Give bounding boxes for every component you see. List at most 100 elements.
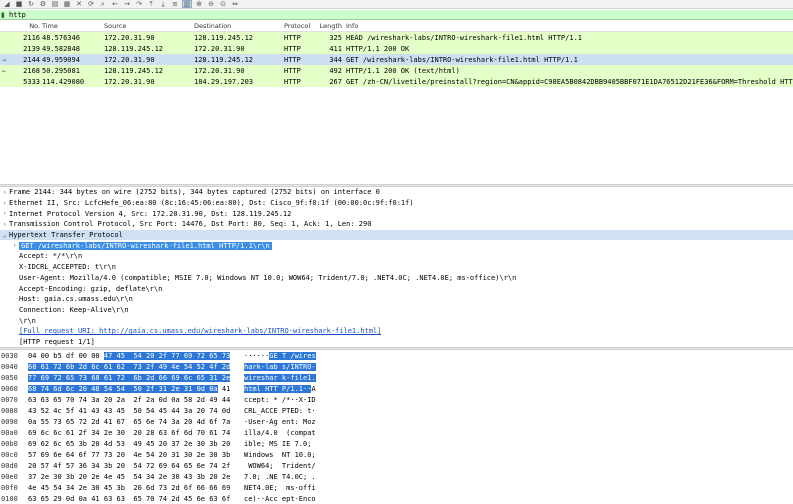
stop-icon[interactable]: ■ <box>14 0 24 8</box>
save-icon[interactable]: ▦ <box>62 0 72 8</box>
detail-tree-item[interactable]: Host: gaia.cs.umass.edu\r\n <box>0 294 793 305</box>
find-icon[interactable]: ⌕ <box>98 0 108 8</box>
column-header-source[interactable]: Source <box>102 22 192 30</box>
bytes-row[interactable]: 0040 68 61 72 6b 2d 6c 61 62 73 2f 49 4e … <box>0 361 793 372</box>
bytes-hex: 63 63 65 70 74 3a 20 2a 2f 2a 0d 0a 58 2… <box>23 396 241 404</box>
forward-icon[interactable]: → <box>122 0 132 8</box>
detail-tree-item[interactable]: › Internet Protocol Version 4, Src: 172.2… <box>0 208 793 219</box>
bytes-row[interactable]: 00e0 37 2e 30 3b 20 2e 4e 45 54 34 2e 30 … <box>0 471 793 482</box>
highlighted-ascii: html HTT P/1.1·· <box>244 384 312 393</box>
packet-info: GET /wireshark-labs/INTRO-wireshark-file… <box>346 55 578 64</box>
options-icon[interactable]: ⚙ <box>38 0 48 8</box>
bytes-offset: 0090 <box>1 417 18 426</box>
detail-tree-item[interactable]: › Transmission Control Protocol, Src Port… <box>0 219 793 230</box>
packet-no: 2144 <box>23 55 40 64</box>
chevron-right-icon[interactable]: › <box>0 210 9 217</box>
detail-tree-item[interactable]: X-IDCRL_ACCEPTED: t\r\n <box>0 262 793 273</box>
packet-bytes-pane[interactable]: 0030 04 00 b5 df 00 00 47 45 54 20 2f 77 … <box>0 350 793 503</box>
packet-length: 411 <box>329 44 342 53</box>
bytes-hex: 68 61 72 6b 2d 6c 61 62 73 2f 49 4e 54 5… <box>23 362 241 371</box>
packet-row[interactable]: → 2144 49.959094 172.20.31.90 128.119.245.12… <box>0 54 793 65</box>
packet-row[interactable]: 2116 48.576346 172.20.31.90 128.119.245.12 H… <box>0 32 793 43</box>
goto-icon[interactable]: ↷ <box>134 0 144 8</box>
detail-tree-item[interactable]: \r\n <box>0 315 793 326</box>
zoom-out-icon[interactable]: ⊖ <box>206 0 216 8</box>
packet-row[interactable]: 5333 114.429080 172.20.31.90 184.29.197.203… <box>0 76 793 87</box>
highlighted-ascii: wireshar k-file1. <box>244 373 316 382</box>
last-icon[interactable]: ⤓ <box>158 0 168 8</box>
full-request-uri-link[interactable]: [Full request URI: http://gaia.cs.umass.… <box>19 327 381 335</box>
bytes-row[interactable]: 00f0 4e 45 54 34 2e 30 45 3b 20 6d 73 2d … <box>0 482 793 493</box>
packet-details-pane[interactable]: › Frame 2144: 344 bytes on wire (2752 bit… <box>0 187 793 347</box>
bytes-row[interactable]: 0100 63 65 29 0d 0a 41 63 63 65 70 74 2d … <box>0 493 793 504</box>
detail-tree-item[interactable]: [Full request URI: http://gaia.cs.umass.… <box>0 326 793 337</box>
bytes-row[interactable]: 0080 43 52 4c 5f 41 43 43 45 50 54 45 44 … <box>0 405 793 416</box>
column-header-length[interactable]: Length <box>316 22 342 30</box>
detail-text: Host: gaia.cs.umass.edu\r\n <box>19 295 133 304</box>
restart-icon[interactable]: ↻ <box>26 0 36 8</box>
packet-length: 492 <box>329 66 342 75</box>
chevron-right-icon[interactable]: › <box>0 221 9 228</box>
detail-tree-item[interactable]: Accept: */*\r\n <box>0 251 793 262</box>
bytes-offset: 00d0 <box>1 461 18 470</box>
autoscroll-icon[interactable]: ≡ <box>170 0 180 8</box>
bytes-row[interactable]: 0030 04 00 b5 df 00 00 47 45 54 20 2f 77 … <box>0 350 793 361</box>
detail-text: Frame 2144: 344 bytes on wire (2752 bits… <box>9 188 380 197</box>
bytes-row[interactable]: 0050 77 69 72 65 73 68 61 72 6b 2d 66 69 … <box>0 372 793 383</box>
bookmark-icon[interactable]: ▮ <box>0 11 9 19</box>
ascii-bytes: CRL_ACCE PTED: t· <box>244 406 316 415</box>
resize-columns-icon[interactable]: ⇔ <box>230 0 240 8</box>
packet-row[interactable]: 2139 49.582848 128.119.245.12 172.20.31.90 H… <box>0 43 793 54</box>
column-header-no[interactable]: No. <box>10 22 40 30</box>
bytes-row[interactable]: 00c0 57 69 6e 64 6f 77 73 20 4e 54 20 31 … <box>0 449 793 460</box>
detail-tree-item[interactable]: Accept-Encoding: gzip, deflate\r\n <box>0 283 793 294</box>
zoom-reset-icon[interactable]: ⊙ <box>218 0 228 8</box>
detail-tree-item[interactable]: User-Agent: Mozilla/4.0 (compatible; MSI… <box>0 273 793 284</box>
bytes-row[interactable]: 0090 0a 55 73 65 72 2d 41 67 65 6e 74 3a … <box>0 416 793 427</box>
highlighted-ascii: hark-lab s/INTRO- <box>244 362 316 371</box>
close-icon[interactable]: ✕ <box>74 0 84 8</box>
column-header-info[interactable]: Info <box>342 22 793 30</box>
chevron-down-icon[interactable]: ⌄ <box>0 232 9 239</box>
packet-rows: 2116 48.576346 172.20.31.90 128.119.245.12 H… <box>0 32 793 87</box>
bytes-hex: 57 69 6e 64 6f 77 73 20 4e 54 20 31 30 2… <box>23 451 241 459</box>
packet-list-pane[interactable]: No. Time Source Destination Protocol Len… <box>0 21 793 184</box>
detail-text: \r\n <box>19 316 36 325</box>
detail-tree-item[interactable]: › Frame 2144: 344 bytes on wire (2752 bit… <box>0 187 793 198</box>
open-icon[interactable]: ▤ <box>50 0 60 8</box>
detail-tree-item[interactable]: [HTTP request 1/1] <box>0 337 793 348</box>
column-header-time[interactable]: Time <box>40 22 102 30</box>
bytes-offset: 00f0 <box>1 483 18 492</box>
packet-info: HTTP/1.1 200 OK <box>346 44 410 53</box>
detail-tree-item[interactable]: › GET /wireshark-labs/INTRO-wireshark-fil… <box>0 240 793 251</box>
bytes-row[interactable]: 00b0 69 62 6c 65 3b 20 4d 53 49 45 20 37 … <box>0 438 793 449</box>
bytes-row[interactable]: 00d0 20 57 4f 57 36 34 3b 20 54 72 69 64 … <box>0 460 793 471</box>
first-icon[interactable]: ⤒ <box>146 0 156 8</box>
packet-row[interactable]: ← 2168 50.295081 128.119.245.12 172.20.31.90… <box>0 65 793 76</box>
column-header-destination[interactable]: Destination <box>192 22 282 30</box>
zoom-in-icon[interactable]: ⊕ <box>194 0 204 8</box>
display-filter-input[interactable] <box>9 10 769 19</box>
bytes-row[interactable]: 0060 68 74 6d 6c 20 48 54 54 50 2f 31 2e … <box>0 383 793 394</box>
colorize-icon[interactable]: ▥ <box>182 0 192 8</box>
chevron-right-icon[interactable]: › <box>0 200 9 207</box>
chevron-right-icon[interactable]: › <box>0 189 9 196</box>
chevron-right-icon[interactable]: › <box>10 242 19 249</box>
bytes-offset: 0070 <box>1 395 18 404</box>
detail-tree-item[interactable]: ⌄ Hypertext Transfer Protocol <box>0 229 793 241</box>
reload-icon[interactable]: ⟳ <box>86 0 96 8</box>
detail-tree-item[interactable]: › Ethernet II, Src: LcfcHefe_06:ea:80 (8c… <box>0 198 793 209</box>
ascii-bytes: ccept: * /*··X-ID <box>244 395 316 404</box>
column-header-protocol[interactable]: Protocol <box>282 22 316 30</box>
back-icon[interactable]: ← <box>110 0 120 8</box>
packet-destination: 184.29.197.203 <box>194 77 254 86</box>
bytes-row[interactable]: 0070 63 63 65 70 74 3a 20 2a 2f 2a 0d 0a … <box>0 394 793 405</box>
bytes-offset: 0060 <box>1 384 18 393</box>
hex-bytes: 69 62 6c 65 3b 20 4d 53 49 45 20 37 2e 3… <box>28 439 231 448</box>
bytes-ascii: html HTT P/1.1··A <box>241 384 323 393</box>
bytes-ascii: 7.0; .NE T4.0C; . <box>241 473 323 481</box>
bytes-row[interactable]: 00a0 69 6c 6c 61 2f 34 2e 30 20 28 63 6f … <box>0 427 793 438</box>
shark-fin-icon[interactable]: ◢ <box>2 0 12 8</box>
detail-tree-item[interactable]: Connection: Keep-Alive\r\n <box>0 305 793 316</box>
highlighted-hex: 68 74 6d 6c 20 48 54 54 50 2f 31 2e 31 0… <box>28 384 218 393</box>
